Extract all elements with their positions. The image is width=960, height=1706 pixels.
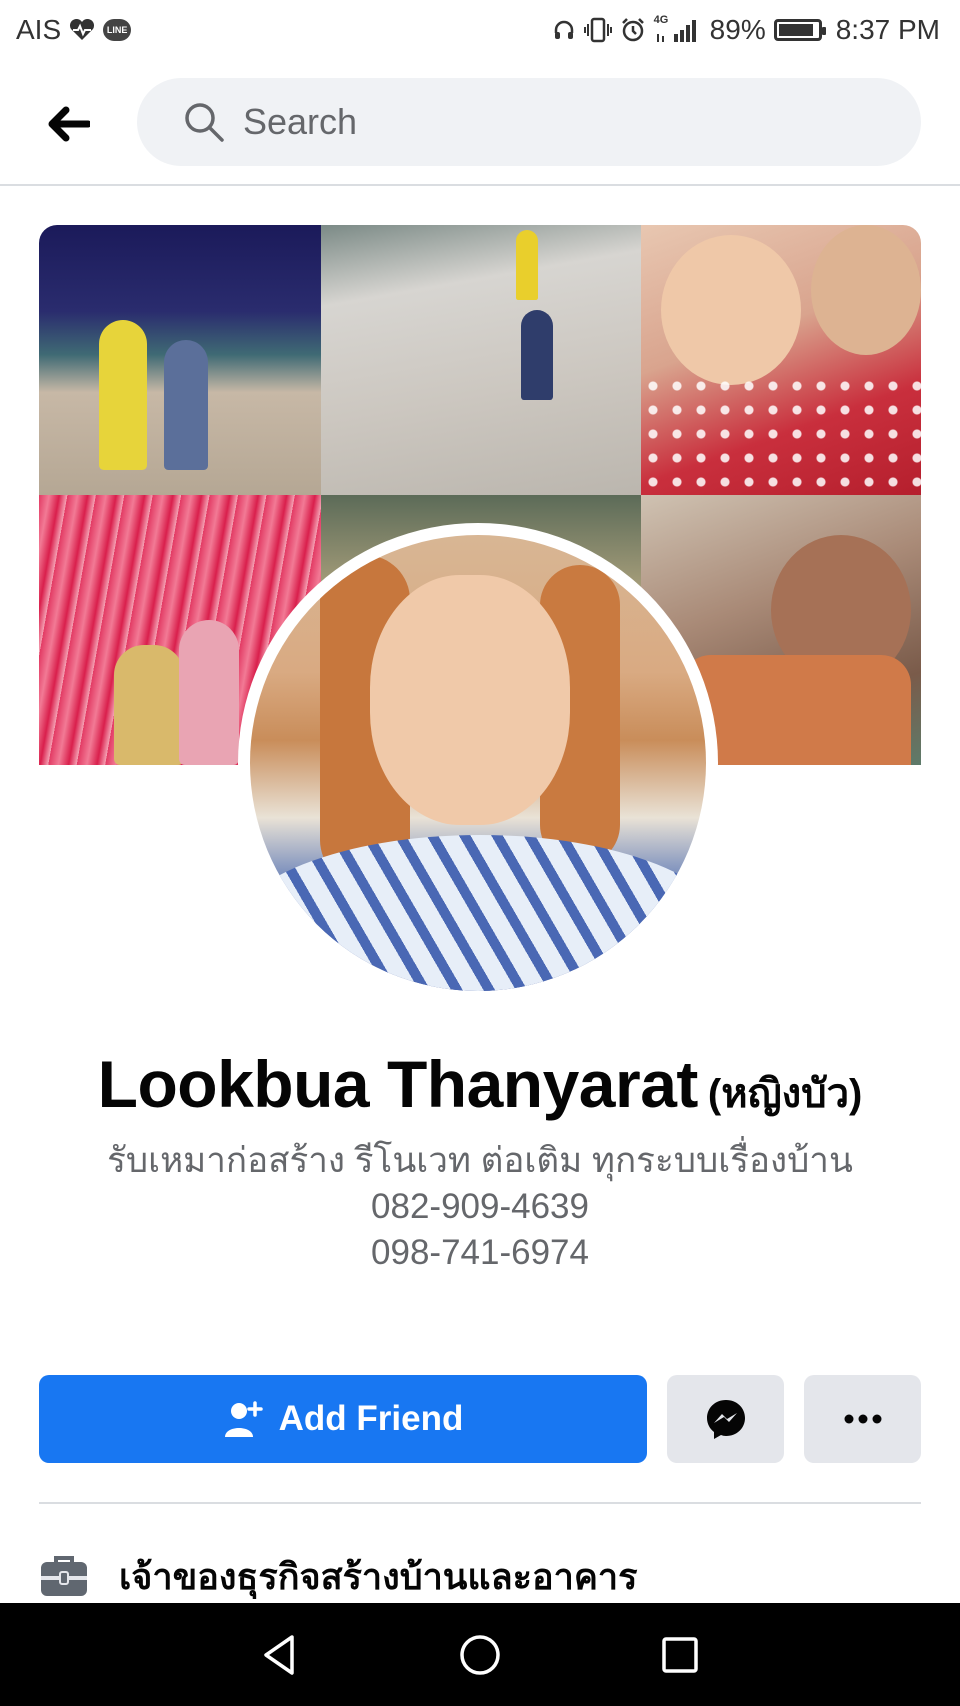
profile-actions: Add Friend <box>39 1375 921 1463</box>
profile-name: Lookbua Thanyarat (หญิงบัว) <box>0 1046 960 1125</box>
add-friend-button[interactable]: Add Friend <box>39 1375 647 1463</box>
signal-4g-icon: 4G <box>654 14 702 44</box>
messenger-icon <box>706 1400 745 1439</box>
nav-home-icon[interactable] <box>458 1633 502 1677</box>
cover-photo-beach-night <box>39 225 321 495</box>
system-nav-bar <box>0 1603 960 1706</box>
profile-name-main: Lookbua Thanyarat <box>97 1047 699 1121</box>
bio-phone[interactable]: 082-909-4639 <box>0 1184 960 1230</box>
more-dots-icon <box>844 1414 881 1424</box>
profile-bio: รับเหมาก่อสร้าง รีโนเวท ต่อเติม ทุกระบบเ… <box>0 1138 960 1276</box>
work-info-text: เจ้าของธุรกิจสร้างบ้านและอาคาร <box>119 1555 638 1597</box>
section-divider <box>39 1502 921 1504</box>
vibrate-icon <box>583 17 612 43</box>
clock: 8:37 PM <box>835 14 940 45</box>
back-arrow-icon <box>48 106 90 142</box>
status-bar: AIS LINE 4G 89% 8:37 PM <box>0 0 960 60</box>
health-heart-icon <box>69 19 95 41</box>
profile-name-alternate: (หญิงบัว) <box>707 1072 863 1116</box>
add-friend-label: Add Friend <box>278 1399 464 1438</box>
line-app-icon: LINE <box>103 19 132 41</box>
bio-line: รับเหมาก่อสร้าง รีโนเวท ต่อเติม ทุกระบบเ… <box>107 1141 853 1180</box>
search-header: Search <box>0 60 960 186</box>
battery-level <box>778 24 813 36</box>
profile-picture-image <box>250 535 706 991</box>
add-friend-icon <box>224 1401 263 1437</box>
alarm-icon <box>620 17 646 43</box>
status-right: 4G 89% 8:37 PM <box>552 14 940 46</box>
nav-back-icon[interactable] <box>258 1633 302 1677</box>
profile-picture[interactable] <box>238 523 718 1003</box>
briefcase-icon <box>41 1556 87 1596</box>
status-left: AIS LINE <box>16 14 132 46</box>
headset-icon <box>552 18 576 42</box>
more-button[interactable] <box>804 1375 921 1463</box>
message-button[interactable] <box>667 1375 784 1463</box>
battery-percent: 89% <box>709 14 766 45</box>
battery-icon <box>773 19 826 41</box>
carrier-label: AIS <box>16 14 62 45</box>
back-button[interactable] <box>40 96 96 152</box>
nav-recents-icon[interactable] <box>658 1633 702 1677</box>
work-info-row: เจ้าของธุรกิจสร้างบ้านและอาคาร <box>39 1548 921 1604</box>
search-placeholder: Search <box>243 101 358 142</box>
cover-photo-selfie <box>641 225 921 495</box>
search-input[interactable]: Search <box>137 78 921 166</box>
bio-phone[interactable]: 098-741-6974 <box>0 1230 960 1276</box>
search-icon <box>185 103 224 142</box>
cover-photo-beach-kids <box>321 225 641 495</box>
